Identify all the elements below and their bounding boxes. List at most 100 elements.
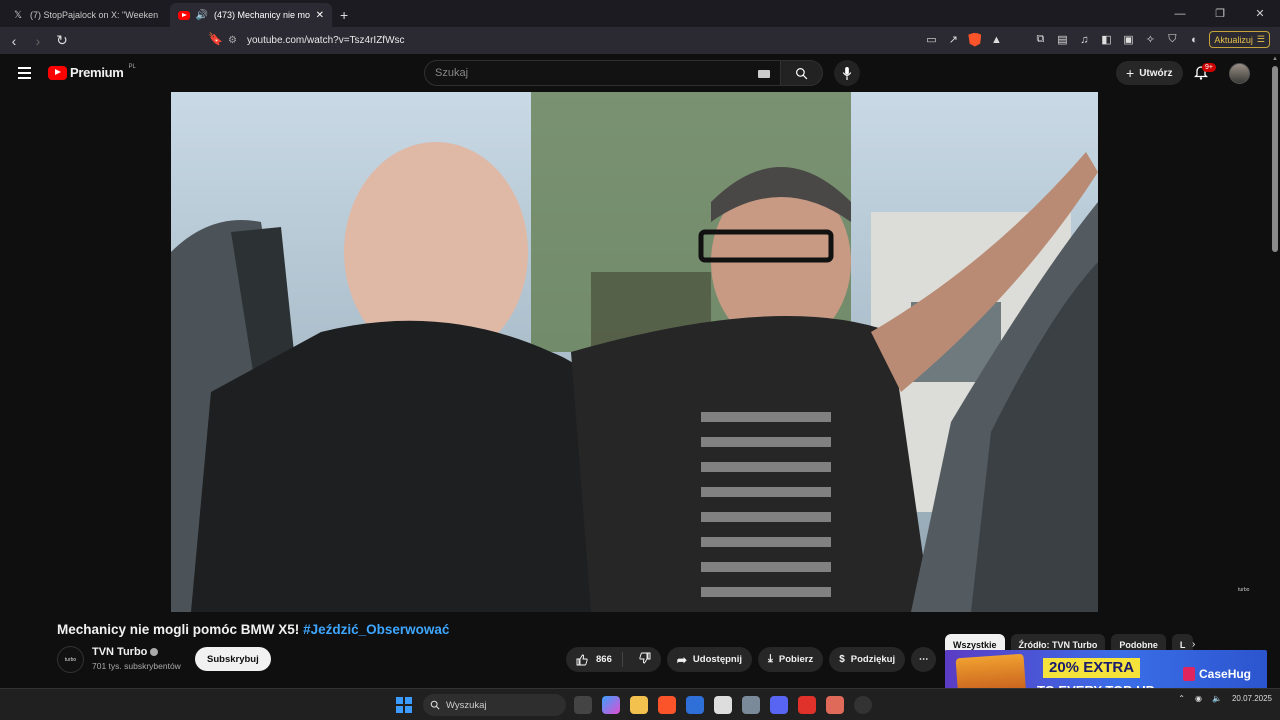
youtube-premium-logo[interactable]: Premium PL [48, 63, 136, 80]
verified-icon [150, 648, 159, 657]
tray-expand-icon[interactable]: ⌃ [1178, 694, 1185, 703]
search-button[interactable] [781, 60, 823, 86]
thanks-button[interactable]: $ Podziękuj [829, 647, 906, 672]
tab-stoppajalock[interactable]: 𝕏 (7) StopPajalock on X: "Weekend Paja [4, 3, 166, 27]
notifications-badge: 9+ [1202, 63, 1216, 72]
scrollbar-thumb[interactable] [1272, 66, 1278, 252]
brave-beta-icon[interactable] [826, 696, 844, 714]
hashtag-link[interactable]: #Jeździć_Obserwować [303, 622, 449, 637]
extensions-icon[interactable]: ⧉ [1033, 33, 1047, 46]
brave-icon[interactable] [658, 696, 676, 714]
keyboard-icon[interactable] [758, 70, 770, 78]
search-box: Szukaj [424, 60, 823, 86]
leo-ai-icon[interactable]: ✧ [1143, 33, 1157, 46]
scroll-up-icon[interactable]: ▲ [1272, 56, 1278, 62]
file-explorer-icon[interactable] [574, 696, 592, 714]
anydesk-icon[interactable] [798, 696, 816, 714]
channel-logo-text: turbo [64, 656, 77, 663]
reader-icon[interactable]: ▤ [1055, 33, 1069, 46]
dislike-button[interactable] [629, 652, 661, 667]
youtube-page: Premium PL Szukaj + Utwórz 9+ turbo Mech… [0, 54, 1280, 720]
logo-text: Premium [70, 65, 124, 80]
share-arrow-icon: ➦ [676, 652, 687, 667]
discord-icon[interactable] [770, 696, 788, 714]
notepad-icon[interactable] [714, 696, 732, 714]
back-icon[interactable]: ‹ [4, 33, 24, 49]
ad-brand-text: CaseHug [1199, 667, 1252, 681]
store-icon[interactable] [686, 696, 704, 714]
account-avatar[interactable] [1229, 63, 1250, 84]
download-label: Pobierz [778, 654, 814, 665]
chevron-right-icon[interactable]: › [1192, 639, 1195, 650]
profile-icon[interactable]: ◐ [1187, 34, 1201, 46]
share-icon[interactable]: ↗ [946, 33, 960, 46]
speaker-icon[interactable]: 🔊 [196, 9, 208, 21]
share-button[interactable]: ➦ Udostępnij [666, 647, 753, 672]
restore-icon[interactable]: ❐ [1200, 0, 1240, 27]
channel-avatar[interactable]: turbo [57, 646, 84, 673]
guide-menu-icon[interactable] [18, 67, 31, 82]
tab-title: (473) Mechanicy nie mogli po [214, 10, 310, 20]
minimize-icon[interactable]: — [1160, 0, 1200, 27]
system-tray: ⌃ ◉ 🔈 20.07.2025 [1178, 693, 1272, 704]
thumbs-down-icon [639, 652, 651, 664]
music-icon[interactable]: ♫ [1077, 34, 1091, 46]
clock[interactable]: 20.07.2025 [1232, 693, 1272, 704]
address-toolbar: ‹ › ↻ 🔖 ⚙ youtube.com/watch?v=Tsz4rIZfWs… [0, 27, 1280, 54]
forward-icon[interactable]: › [28, 33, 48, 49]
close-window-icon[interactable]: ✕ [1240, 0, 1280, 27]
youtube-favicon-icon [178, 10, 190, 20]
ad-headline: 20% EXTRA [1043, 658, 1141, 678]
taskbar-search[interactable]: Wyszukaj [423, 694, 566, 716]
page-scrollbar[interactable]: ▲ ▼ [1270, 54, 1280, 720]
bookmark-icon[interactable]: 🔖 [208, 32, 223, 46]
download-icon: ⤓ [768, 653, 773, 665]
voice-search-button[interactable] [834, 60, 860, 86]
update-button[interactable]: Aktualizuj ☰ [1209, 31, 1270, 48]
sidebar-icon[interactable]: ◧ [1099, 33, 1113, 46]
close-tab-icon[interactable]: ✕ [316, 10, 324, 21]
microphone-icon [842, 66, 852, 80]
window-controls: — ❐ ✕ [1160, 0, 1280, 27]
more-dots-icon: ⋯ [918, 654, 929, 665]
tab-youtube[interactable]: 🔊 (473) Mechanicy nie mogli po ✕ [170, 3, 332, 27]
x-logo-icon: 𝕏 [13, 9, 23, 21]
windows-start-icon[interactable] [396, 697, 412, 713]
create-button[interactable]: + Utwórz [1116, 61, 1183, 85]
folder-icon[interactable] [630, 696, 648, 714]
channel-watermark[interactable]: turbo [1238, 587, 1249, 593]
clock-date: 20.07.2025 [1231, 694, 1272, 703]
new-tab-button[interactable]: + [340, 3, 348, 27]
search-placeholder: Szukaj [435, 67, 469, 79]
brave-rewards-icon[interactable]: ▲ [989, 34, 1003, 46]
obs-icon[interactable] [854, 696, 872, 714]
video-title: Mechanicy nie mogli pomóc BMW X5! #Jeźdz… [57, 622, 449, 637]
download-button[interactable]: ⤓ Pobierz [758, 647, 824, 672]
windows-taskbar: Wyszukaj ⌃ ◉ 🔈 20.07.2025 [0, 688, 1280, 720]
copilot-icon[interactable] [602, 696, 620, 714]
screen-cast-icon[interactable]: ▭ [924, 33, 938, 46]
settings-icon[interactable] [742, 696, 760, 714]
search-input[interactable]: Szukaj [424, 60, 781, 86]
volume-icon[interactable]: 🔈 [1212, 694, 1222, 703]
youtube-play-icon [48, 65, 67, 80]
brave-shields-icon[interactable] [968, 32, 982, 47]
browser-tab-strip: 𝕏 (7) StopPajalock on X: "Weekend Paja 🔊… [0, 0, 1280, 27]
video-player[interactable] [171, 92, 1098, 612]
youtube-header: Premium PL Szukaj + Utwórz 9+ [0, 54, 1270, 92]
share-label: Udostępnij [692, 654, 743, 665]
subscriber-count: 701 tys. subskrybentów [92, 661, 181, 671]
reload-icon[interactable]: ↻ [52, 32, 72, 49]
like-dislike-group: 866 [566, 647, 661, 672]
video-actions: 866 ➦ Udostępnij ⤓ Pobierz $ Podziękuj ⋯ [566, 647, 937, 672]
wallet-icon[interactable]: ▣ [1121, 33, 1135, 46]
search-icon [796, 67, 808, 79]
channel-name[interactable]: TVN Turbo [92, 646, 159, 658]
site-settings-icon[interactable]: ⚙ [228, 35, 237, 46]
more-actions-button[interactable]: ⋯ [911, 647, 937, 672]
like-button[interactable]: 866 [566, 652, 623, 667]
subscribe-button[interactable]: Subskrybuj [195, 647, 271, 671]
vpn-icon[interactable]: ⛉ [1165, 33, 1179, 46]
network-icon[interactable]: ◉ [1195, 694, 1202, 703]
logo-region: PL [128, 63, 136, 70]
